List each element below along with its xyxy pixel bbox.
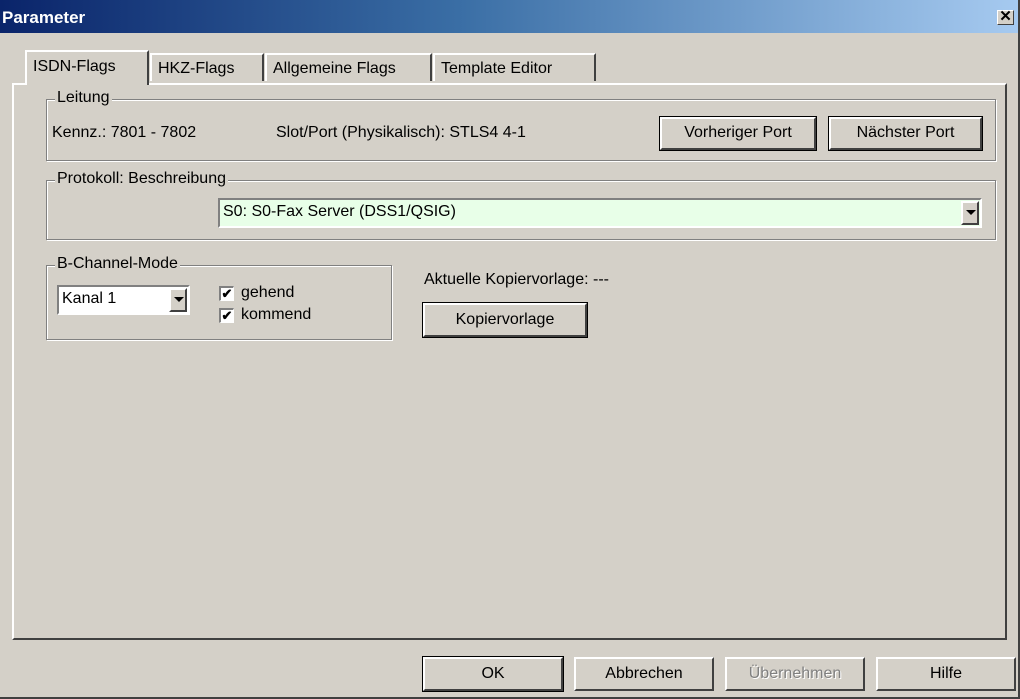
kanal-selected-value: Kanal 1 [62, 290, 117, 307]
parameter-dialog: Parameter ✕ ISDN-Flags HKZ-Flags Allgeme… [0, 0, 1020, 699]
help-button[interactable]: Hilfe [876, 657, 1016, 691]
previous-port-label: Vorheriger Port [684, 124, 792, 141]
tab-template-editor[interactable]: Template Editor [433, 53, 596, 81]
tab-hkz-flags[interactable]: HKZ-Flags [150, 53, 264, 81]
tab-label: Template Editor [441, 60, 553, 77]
window-title: Parameter [2, 8, 86, 27]
apply-button[interactable]: Übernehmen [725, 657, 865, 691]
previous-port-button[interactable]: Vorheriger Port [659, 116, 817, 151]
tab-label: Allgemeine Flags [273, 60, 396, 77]
current-copy-template-text: Aktuelle Kopiervorlage: --- [424, 271, 609, 288]
isdn-flags-panel: Leitung Kennz.: 7801 - 7802 Slot/Port (P… [12, 83, 1007, 640]
tab-isdn-flags[interactable]: ISDN-Flags [25, 50, 149, 85]
protokoll-group: Protokoll: Beschreibung S0: S0-Fax Serve… [46, 170, 996, 240]
protocol-select[interactable]: S0: S0-Fax Server (DSS1/QSIG) [218, 198, 982, 228]
kennz-text: Kennz.: 7801 - 7802 [52, 124, 197, 141]
close-icon: ✕ [999, 8, 1012, 25]
b-channel-legend: B-Channel-Mode [55, 255, 180, 273]
next-port-button[interactable]: Nächster Port [828, 116, 983, 151]
cancel-button[interactable]: Abbrechen [574, 657, 714, 691]
cancel-label: Abbrechen [605, 665, 683, 682]
checkmark-icon: ✔ [221, 308, 233, 323]
b-channel-mode-group: B-Channel-Mode Kanal 1 ✔ gehend ✔ kommen… [46, 255, 392, 340]
kommend-checkbox[interactable]: ✔ [219, 308, 234, 323]
copy-template-button[interactable]: Kopiervorlage [422, 302, 588, 338]
kanal-select[interactable]: Kanal 1 [57, 285, 190, 315]
ok-label: OK [481, 665, 505, 682]
title-bar[interactable]: Parameter ✕ [0, 0, 1018, 33]
help-label: Hilfe [929, 665, 962, 682]
slot-port-text: Slot/Port (Physikalisch): STLS4 4-1 [276, 124, 526, 141]
chevron-down-icon[interactable] [169, 288, 187, 312]
chevron-down-icon[interactable] [961, 201, 979, 225]
apply-label: Übernehmen [748, 665, 842, 682]
tab-label: HKZ-Flags [158, 60, 235, 77]
protocol-selected-value: S0: S0-Fax Server (DSS1/QSIG) [223, 203, 456, 220]
tab-label: ISDN-Flags [33, 58, 116, 75]
next-port-label: Nächster Port [856, 124, 955, 141]
gehend-checkbox[interactable]: ✔ [219, 286, 234, 301]
tab-allgemeine-flags[interactable]: Allgemeine Flags [265, 53, 432, 81]
leitung-group: Leitung Kennz.: 7801 - 7802 Slot/Port (P… [46, 89, 996, 161]
kommend-label[interactable]: kommend [241, 306, 311, 324]
gehend-label[interactable]: gehend [241, 284, 294, 302]
close-button[interactable]: ✕ [997, 8, 1014, 25]
protokoll-legend: Protokoll: Beschreibung [55, 170, 228, 188]
ok-button[interactable]: OK [422, 656, 564, 692]
copy-template-label: Kopiervorlage [455, 311, 555, 328]
checkmark-icon: ✔ [221, 286, 233, 301]
leitung-legend: Leitung [55, 89, 112, 107]
